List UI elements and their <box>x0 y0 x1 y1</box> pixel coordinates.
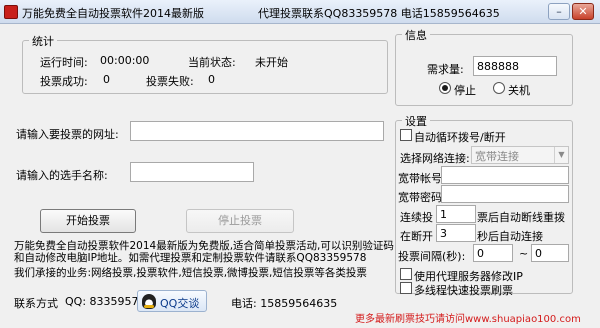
qq-penguin-icon <box>142 294 156 309</box>
vote-success-value: 0 <box>103 73 110 86</box>
continuous-vote-label: 连续投 <box>400 211 433 224</box>
interval-separator: ~ <box>519 247 529 260</box>
radio-stop-label: 停止 <box>454 84 476 97</box>
services-text: 我们承接的业务:网络投票,投票软件,短信投票,微博投票,短信投票等各类投票 <box>14 267 367 279</box>
quantity-input[interactable] <box>473 56 557 76</box>
broadband-account-label: 宽带帐号: <box>398 172 446 185</box>
vote-fail-value: 0 <box>208 73 215 86</box>
contact-qq: QQ: 83359578 <box>65 295 146 308</box>
run-time-label: 运行时间: <box>40 56 88 69</box>
vote-fail-label: 投票失败: <box>146 75 194 88</box>
promo-link[interactable]: 更多最新刷票技巧请访问www.shuapiao100.com <box>355 310 581 325</box>
close-button[interactable]: ✕ <box>572 3 594 20</box>
description-intro: 万能免费全自动投票软件2014最新版为免费版,适合简单投票活动,可以识别验证码和… <box>14 240 394 264</box>
chevron-down-icon: ▼ <box>554 147 568 163</box>
radio-stop[interactable] <box>439 82 451 94</box>
radio-shutdown[interactable] <box>493 82 505 94</box>
broadband-password-input[interactable] <box>441 185 569 203</box>
agent-contact-info: 代理投票联系QQ83359578 电话15859564635 <box>258 7 500 20</box>
start-vote-button[interactable]: 开始投票 <box>40 209 136 233</box>
auto-dial-label: 自动循环拨号/断开 <box>414 131 506 144</box>
stats-group-title: 统计 <box>29 33 57 49</box>
broadband-password-label: 宽带密码: <box>398 191 446 204</box>
settings-group-title: 设置 <box>402 113 430 129</box>
continuous-vote-input[interactable] <box>436 205 476 223</box>
proxy-checkbox[interactable] <box>400 268 412 280</box>
connection-select[interactable]: 宽带连接 ▼ <box>471 146 569 164</box>
auto-dial-checkbox[interactable] <box>400 129 412 141</box>
url-label: 请输入要投票的网址: <box>16 128 119 141</box>
radio-shutdown-label: 关机 <box>508 84 530 97</box>
stop-vote-button[interactable]: 停止投票 <box>186 209 294 233</box>
contact-phone: 电话: 15859564635 <box>231 297 338 310</box>
vote-success-label: 投票成功: <box>40 75 88 88</box>
contact-label: 联系方式 <box>14 297 58 310</box>
connection-select-value: 宽带连接 <box>475 150 519 163</box>
app-icon <box>4 5 18 19</box>
status-value: 未开始 <box>255 56 288 69</box>
url-input[interactable] <box>130 121 384 141</box>
interval-to-input[interactable] <box>531 244 569 262</box>
window-title: 万能免费全自动投票软件2014最新版 <box>22 7 204 20</box>
title-bar: 万能免费全自动投票软件2014最新版 代理投票联系QQ83359578 电话15… <box>0 0 600 24</box>
run-time-value: 00:00:00 <box>100 54 150 67</box>
player-name-input[interactable] <box>130 162 254 182</box>
disconnect-seconds-input[interactable] <box>436 224 476 242</box>
broadband-account-input[interactable] <box>441 166 569 184</box>
quantity-label: 需求量: <box>427 63 464 76</box>
disconnect-label: 在断开 <box>400 230 433 243</box>
continuous-vote-suffix: 票后自动断线重拨 <box>477 211 565 224</box>
disconnect-suffix: 秒后自动连接 <box>477 230 543 243</box>
multithread-label: 多线程快速投票刷票 <box>414 284 513 297</box>
interval-from-input[interactable] <box>473 244 513 262</box>
minimize-button[interactable]: – <box>548 3 570 20</box>
status-label: 当前状态: <box>188 56 236 69</box>
multithread-checkbox[interactable] <box>400 282 412 294</box>
connection-label: 选择网络连接: <box>400 152 470 165</box>
qq-chat-button-label: QQ交谈 <box>160 297 200 310</box>
qq-chat-button[interactable]: QQ交谈 <box>137 290 207 312</box>
interval-label: 投票间隔(秒): <box>398 250 466 263</box>
info-group-title: 信息 <box>402 27 430 43</box>
player-name-label: 请输入的选手名称: <box>16 169 108 182</box>
